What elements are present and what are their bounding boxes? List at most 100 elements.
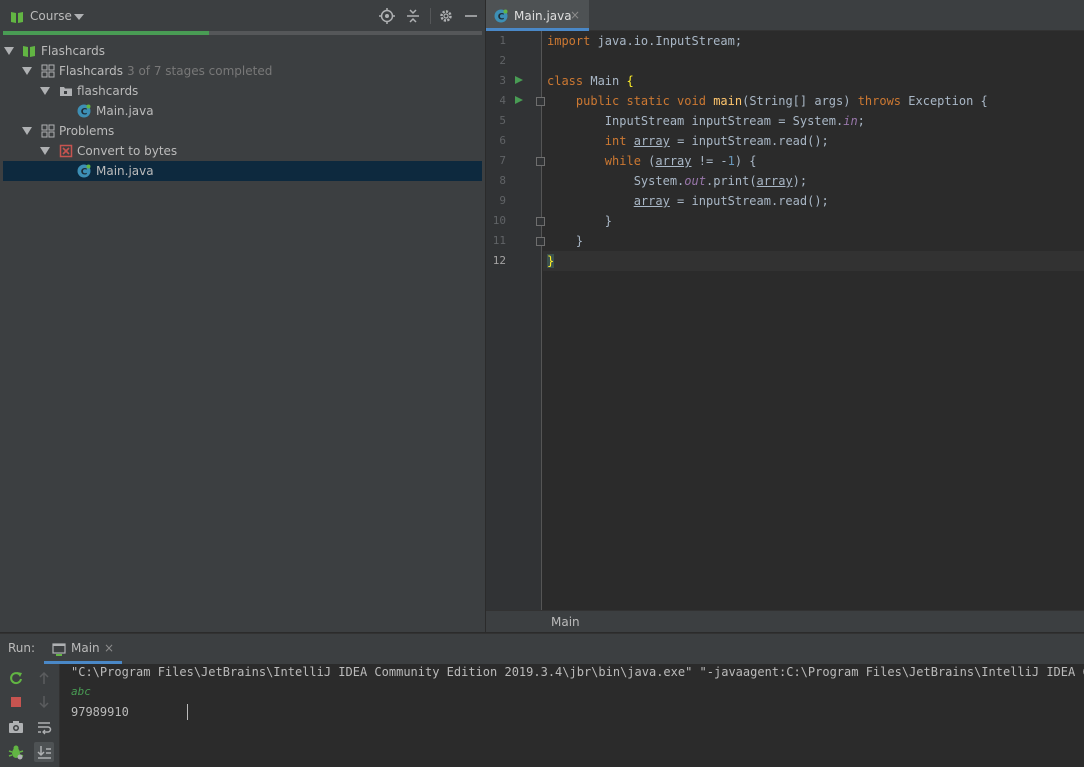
line-number: 5 [499, 114, 506, 127]
arrow-down-icon [39, 696, 49, 709]
close-icon[interactable]: × [104, 641, 114, 655]
svg-text:C: C [81, 168, 88, 178]
course-book-icon [23, 46, 35, 57]
scroll-to-end-icon [37, 746, 51, 759]
line-number: 10 [492, 214, 506, 227]
previous-occurrence-button[interactable] [34, 668, 54, 688]
panel-header: Course [0, 0, 485, 31]
code-line: while (array != -1) { [604, 154, 757, 168]
course-view-selector[interactable]: Course [30, 9, 72, 23]
close-icon[interactable]: × [570, 8, 580, 22]
locate-icon[interactable] [379, 8, 395, 24]
next-occurrence-button[interactable] [34, 692, 54, 712]
run-tool-window: Run: Main × "C:\Program Files\JetBrains\… [0, 633, 1084, 767]
tab-main-java[interactable]: C Main.java × [486, 0, 589, 31]
code-line: public static void main(String[] args) t… [575, 94, 988, 108]
run-header: Run: Main × [0, 634, 1084, 664]
console-caret [187, 704, 188, 720]
tree-item-label: Flashcards [41, 44, 105, 58]
tree-item-file-main-java[interactable]: C Main.java [0, 101, 485, 121]
breadcrumb: Main [486, 610, 1084, 632]
editor-gutter: 1 2 3 4 5 6 7 8 9 10 11 12 [486, 31, 545, 610]
stop-button[interactable] [6, 692, 26, 712]
scroll-to-end-button[interactable] [34, 742, 54, 762]
line-number: 9 [499, 194, 506, 207]
course-progress-fill [3, 31, 209, 35]
line-number: 4 [499, 94, 506, 107]
tree-item-label: Convert to bytes [77, 144, 178, 158]
code-line: } [547, 234, 584, 248]
rerun-button[interactable] [6, 668, 26, 688]
code-area[interactable]: import java.io.InputStream; class Main {… [543, 31, 1084, 610]
line-number: 6 [499, 134, 506, 147]
breadcrumb-item-main[interactable]: Main [551, 615, 580, 629]
code-line: System.out.print(array); [547, 174, 808, 188]
gear-icon[interactable] [438, 8, 454, 24]
arrow-up-icon [39, 671, 49, 684]
lesson-grid-icon [41, 64, 55, 78]
tab-label: Main.java [514, 9, 572, 23]
rerun-icon [10, 672, 22, 685]
folder-icon [60, 87, 72, 96]
run-gutter-icon[interactable] [515, 96, 523, 104]
console-program-output: 97989910 [71, 705, 129, 719]
camera-icon [9, 721, 23, 733]
screenshot-button[interactable] [6, 717, 26, 737]
console-output[interactable]: "C:\Program Files\JetBrains\IntelliJ IDE… [60, 664, 1084, 767]
tree-item-folder-flashcards[interactable]: flashcards [0, 81, 485, 101]
tab-run-main[interactable]: Main × [44, 634, 122, 664]
expand-arrow-icon[interactable] [22, 127, 32, 135]
soft-wrap-button[interactable] [34, 717, 54, 737]
stage-progress-text: 3 of 7 stages completed [127, 64, 273, 78]
tree-item-label: Main.java [96, 104, 154, 118]
run-gutter-icon[interactable] [515, 76, 523, 84]
svg-text:C: C [498, 13, 505, 23]
soft-wrap-icon [38, 722, 52, 735]
line-number-current: 12 [492, 254, 506, 267]
collapse-all-icon[interactable] [405, 8, 421, 24]
line-number: 1 [499, 34, 506, 47]
tree-item-label: Main.java [96, 164, 154, 178]
tree-item-label: Flashcards 3 of 7 stages completed [59, 64, 273, 78]
java-class-icon: C [77, 164, 91, 178]
failed-task-icon [59, 144, 73, 158]
stop-icon [11, 697, 21, 707]
debug-settings-button[interactable] [6, 742, 26, 762]
console-command-line: "C:\Program Files\JetBrains\IntelliJ IDE… [71, 665, 1084, 679]
tab-label: Main [71, 641, 100, 655]
tree-item-lesson-flashcards[interactable]: Flashcards 3 of 7 stages completed [0, 61, 485, 81]
code-line: import java.io.InputStream; [547, 34, 743, 48]
toolbar-divider [430, 8, 431, 24]
tree-item-file-main-java-selected[interactable]: C Main.java [3, 161, 482, 181]
line-number: 3 [499, 74, 506, 87]
line-number: 8 [499, 174, 506, 187]
code-line: } [547, 214, 613, 228]
chevron-down-icon[interactable] [74, 14, 84, 20]
code-line: int array = inputStream.read(); [604, 134, 829, 148]
code-line: array = inputStream.read(); [633, 194, 829, 208]
svg-text:C: C [81, 108, 88, 118]
line-number: 7 [499, 154, 506, 167]
expand-arrow-icon[interactable] [22, 67, 32, 75]
code-line: class Main { [547, 74, 634, 88]
java-class-icon: C [494, 9, 508, 23]
project-panel: Course Flashcards Flashcards 3 of 7 stag… [0, 0, 485, 632]
tree-item-course[interactable]: Flashcards [0, 41, 485, 61]
console-user-input: abc [71, 685, 91, 698]
editor-tab-bar: C Main.java × [486, 0, 1084, 31]
java-class-icon: C [77, 104, 91, 118]
hide-panel-icon[interactable] [463, 8, 479, 24]
bug-icon [8, 745, 24, 760]
line-number: 11 [492, 234, 506, 247]
code-editor: C Main.java × 1 2 3 4 5 6 7 8 9 10 11 12… [486, 0, 1084, 632]
run-toolbar [0, 664, 60, 767]
expand-arrow-icon[interactable] [4, 47, 14, 55]
expand-arrow-icon[interactable] [40, 87, 50, 95]
tree-item-label: Problems [59, 124, 115, 138]
code-line: InputStream inputStream = System.in; [547, 114, 865, 128]
tree-item-task-convert-to-bytes[interactable]: Convert to bytes [0, 141, 485, 161]
expand-arrow-icon[interactable] [40, 147, 50, 155]
tree-item-lesson-problems[interactable]: Problems [0, 121, 485, 141]
run-label: Run: [8, 641, 36, 655]
